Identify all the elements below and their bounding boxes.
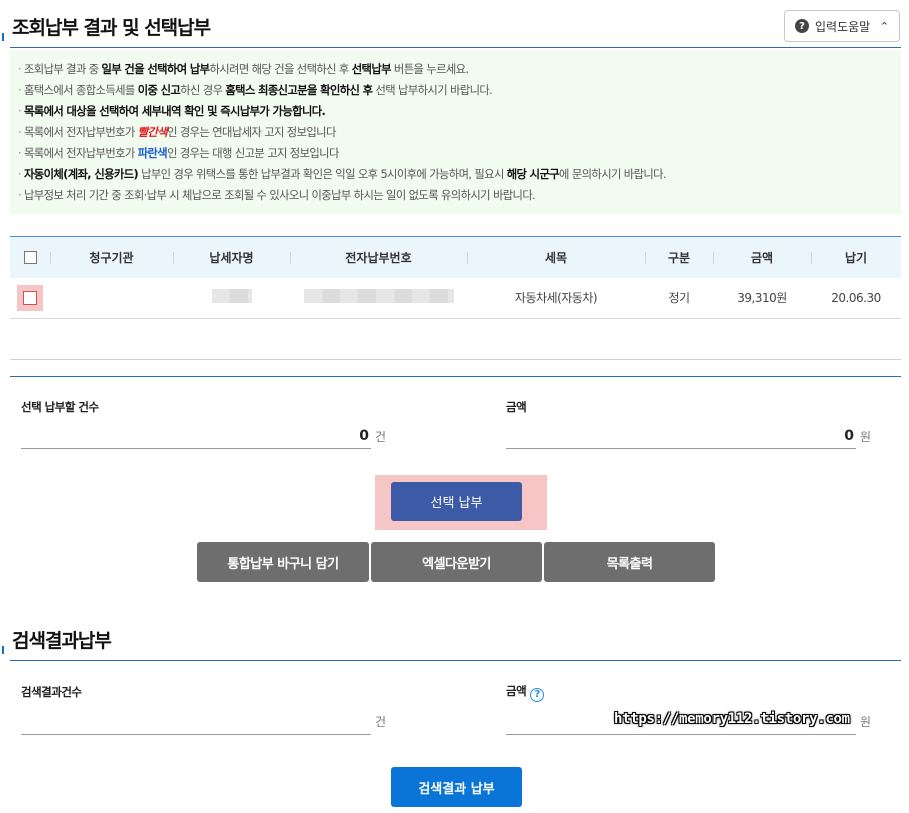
selected-amount-label: 금액 xyxy=(506,400,527,414)
col-header: 납기 xyxy=(811,236,901,278)
blurred-payment-number xyxy=(303,289,454,304)
add-to-basket-button[interactable]: 통합납부 바구니 담기 xyxy=(197,542,369,582)
question-icon: ? xyxy=(795,19,809,33)
notice-line: 조회납부 결과 중 일부 건을 선택하여 납부하시려면 해당 건을 선택하신 후… xyxy=(18,59,893,80)
section-title-results: 조회납부 결과 및 선택납부 xyxy=(1,13,211,41)
search-amount-label-text: 금액 xyxy=(506,684,527,698)
table-header-row: 청구기관 납세자명 전자납부번호 세목 구분 금액 납기 xyxy=(10,236,901,278)
selected-count-unit: 건 xyxy=(375,430,387,444)
notice-line: 납부정보 처리 기간 중 조회·납부 시 체납으로 조회될 수 있사오니 이중납… xyxy=(18,185,893,206)
table-bottom-divider xyxy=(10,359,901,360)
watermark-text: https://memory112.tistory.com xyxy=(614,711,850,727)
col-header: 구분 xyxy=(645,236,713,278)
notice-line: 목록에서 전자납부번호가 빨간색인 경우는 연대납세자 고지 정보입니다 xyxy=(18,122,893,143)
chevron-up-icon: ⌃ xyxy=(879,19,889,33)
section-title-underline xyxy=(10,47,901,48)
section2-title-underline xyxy=(10,660,901,661)
notice-box: 조회납부 결과 중 일부 건을 선택하여 납부하시려면 해당 건을 선택하신 후… xyxy=(10,50,901,214)
excel-download-button[interactable]: 엑셀다운받기 xyxy=(371,542,542,582)
col-header: 청구기관 xyxy=(50,236,173,278)
col-header: 세목 xyxy=(467,236,645,278)
cell-due-date: 20.06.30 xyxy=(811,277,901,319)
col-header: 금액 xyxy=(713,236,811,278)
cell-type: 정기 xyxy=(645,277,713,319)
select-all-checkbox[interactable] xyxy=(23,251,37,265)
input-help-label: 입력도움말 xyxy=(815,19,871,34)
blurred-taxpayer-name xyxy=(211,289,252,304)
notice-line: 목록에서 대상을 선택하여 세부내역 확인 및 즉시납부가 가능합니다. xyxy=(18,101,893,122)
search-amount-label: 금액? xyxy=(506,683,545,702)
select-pay-button[interactable]: 선택 납부 xyxy=(391,482,522,521)
search-count-unit: 건 xyxy=(375,715,387,729)
cell-payment-number xyxy=(290,277,467,319)
select-all-cell xyxy=(10,236,50,278)
cell-agency xyxy=(50,277,173,319)
row-checkbox[interactable] xyxy=(23,291,37,306)
cell-taxpayer xyxy=(173,277,290,319)
selected-count-label: 선택 납부할 건수 xyxy=(21,400,99,414)
cell-amount: 39,310원 xyxy=(713,277,811,319)
results-table: 청구기관 납세자명 전자납부번호 세목 구분 금액 납기 자동차세(자동차) 정… xyxy=(10,236,901,319)
search-count-field xyxy=(21,709,371,735)
notice-line: 자동이체(계좌, 신용카드) 납부인 경우 위택스를 통한 납부결과 확인은 익… xyxy=(18,164,893,185)
table-row[interactable]: 자동차세(자동차) 정기 39,310원 20.06.30 xyxy=(10,277,901,319)
section-title-search-pay: 검색결과납부 xyxy=(2,626,112,654)
selection-top-divider xyxy=(10,376,901,377)
row-checkbox-highlight xyxy=(17,284,43,311)
search-result-pay-button[interactable]: 검색결과 납부 xyxy=(391,767,522,807)
cell-tax-item: 자동차세(자동차) xyxy=(467,277,645,319)
selected-amount-unit: 원 xyxy=(860,430,872,444)
col-header: 전자납부번호 xyxy=(290,236,467,278)
notice-line: 목록에서 전자납부번호가 파란색인 경우는 대행 신고분 고지 정보입니다 xyxy=(18,143,893,164)
help-icon[interactable]: ? xyxy=(530,687,545,702)
selected-count-field: 0 xyxy=(21,423,371,449)
row-select-cell xyxy=(10,277,50,319)
search-count-label: 검색결과건수 xyxy=(21,685,82,699)
col-header: 납세자명 xyxy=(173,236,290,278)
selected-amount-field: 0 xyxy=(506,423,856,449)
search-amount-unit: 원 xyxy=(860,715,872,729)
input-help-button[interactable]: ? 입력도움말 ⌃ xyxy=(784,10,900,42)
notice-line: 홈택스에서 종합소득세를 이중 신고하신 경우 홈택스 최종신고분을 확인하신 … xyxy=(18,80,893,101)
print-list-button[interactable]: 목록출력 xyxy=(544,542,715,582)
